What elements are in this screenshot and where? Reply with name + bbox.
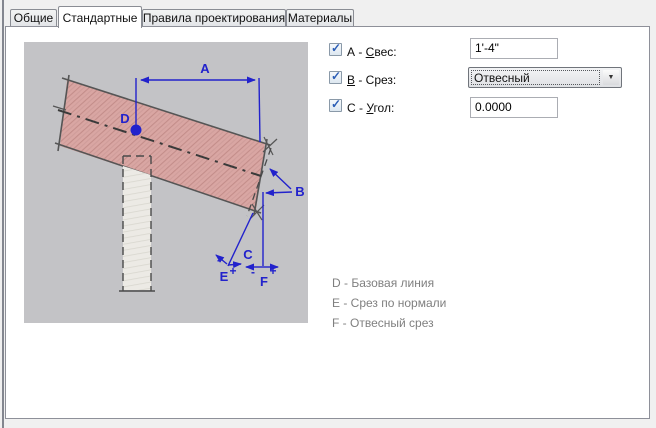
diagram-legend: D - Базовая линия E - Срез по нормали F … [332,273,446,333]
tab-design-rules[interactable]: Правила проектирования [142,9,286,26]
check-icon: ✓ [331,97,342,111]
tab-standard[interactable]: Стандартные [58,6,142,28]
chevron-down-icon[interactable]: ▼ [603,70,619,85]
diagram-label-d: D [120,111,129,126]
rafter-diagram-image: A D B C E F - + - + [24,42,308,323]
extension-line-right [258,77,261,143]
input-a-overhang[interactable]: 1'-4" [470,38,558,59]
label-text: С - [347,101,367,115]
dropdown-b-cut[interactable]: Отвесный ▼ [468,67,622,88]
sign-e-plus: + [229,264,236,278]
checkbox-c-angle[interactable]: ✓ [329,97,342,112]
rafter-board [52,74,278,221]
tab-materials[interactable]: Материалы [286,9,354,26]
sign-e-minus: - [217,253,221,267]
diagram-label-f: F [260,274,268,289]
check-icon: ✓ [331,69,342,83]
checkbox-b-cut[interactable]: ✓ [329,69,342,84]
legend-item-e: E - Срез по нормали [332,296,447,310]
tab-label: Материалы [287,11,353,25]
tab-general[interactable]: Общие [10,9,57,26]
checkbox-a-overhang[interactable]: ✓ [329,41,342,56]
arrow-b-lower [265,189,293,197]
diagram-label-b: B [295,184,304,199]
tab-label: Стандартные [62,10,138,25]
diagram-label-e: E [220,269,229,284]
check-icon: ✓ [331,41,342,55]
diagram-label-c: C [243,247,253,262]
label-text: А - [347,45,366,59]
rafter-diagram-svg: A D B C E F - + - + [52,61,305,292]
input-c-angle[interactable]: 0.0000 [470,97,558,118]
legend-item-d: D - Базовая линия [332,276,435,290]
label-text: - Срез: [355,73,397,87]
diagram-label-a: A [200,61,210,76]
baseline-point-d [130,124,142,136]
label-c-angle: С - Угол: [347,101,394,115]
dropdown-selected-value: Отвесный [474,70,530,85]
label-text: гол: [373,101,395,115]
window-left-border [2,0,4,428]
legend-item-f: F - Отвесный срез [332,316,434,330]
label-b-cut: В - Срез: [347,73,396,87]
label-a-overhang: А - Свес: [347,45,397,59]
sign-f-plus: + [269,264,276,278]
label-accel: В [347,73,356,87]
tab-label: Общие [13,11,54,25]
tab-label: Правила проектирования [142,11,286,25]
label-text: вес: [374,45,397,59]
support-post [119,155,155,292]
arrow-b-upper [269,168,292,190]
sign-f-minus: - [251,265,255,279]
